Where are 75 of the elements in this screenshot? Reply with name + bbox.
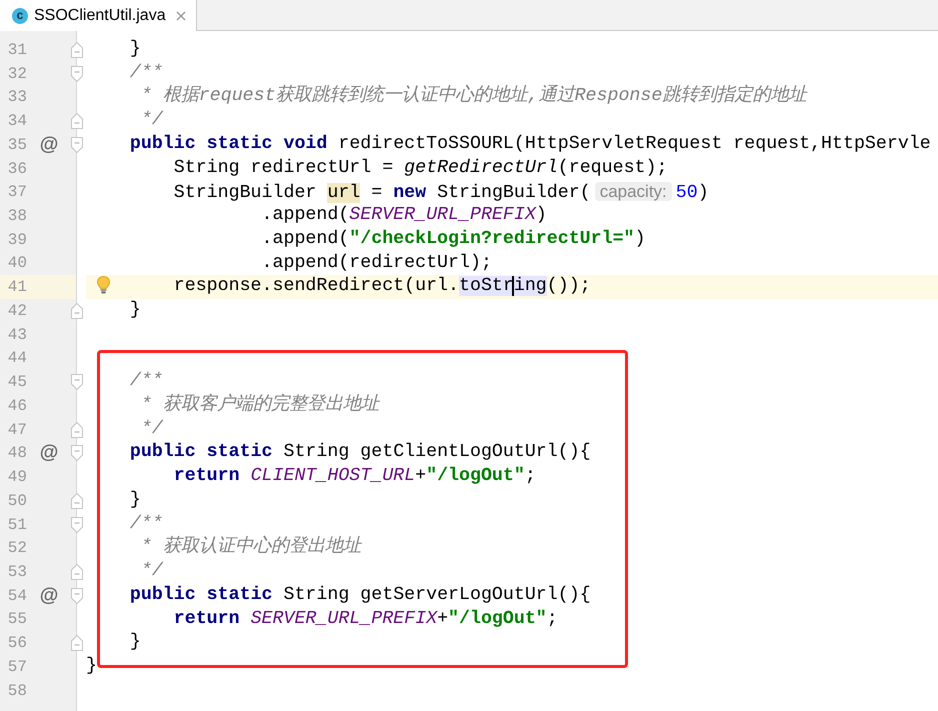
line-number: 49 (8, 467, 27, 488)
line-number: 38 (8, 206, 27, 226)
code-text: * 获取客户端的完整登出地址 (140, 395, 379, 416)
line-number: 40 (8, 253, 27, 274)
lightbulb-icon[interactable] (97, 276, 110, 294)
code-text: public static String getServerLogOutUrl(){ (130, 584, 591, 605)
code-text: public static void redirectToSSOURL(HttpServletRequest request,HttpServle (130, 134, 931, 154)
parameter-hint: capacity: (594, 182, 672, 202)
code-text: /** (130, 514, 163, 534)
line-number: 31 (8, 40, 27, 60)
line-number: 42 (8, 300, 27, 321)
fold-marker-icon[interactable] (71, 66, 83, 82)
fold-marker-icon[interactable] (71, 422, 83, 438)
line-number: 46 (8, 396, 27, 416)
code-text: response.sendRedirect(url.toString()); (174, 276, 591, 296)
code-text: } (130, 632, 141, 652)
line-number: 54 (8, 586, 27, 606)
code-text: } (86, 656, 97, 676)
line-number: 39 (8, 230, 27, 250)
fold-marker-icon[interactable] (71, 516, 83, 533)
line-number: 52 (8, 538, 27, 558)
line-number: 32 (8, 64, 27, 84)
line-number: 43 (8, 324, 27, 345)
line-number: 48 (8, 443, 27, 464)
line-number: 35 (8, 134, 27, 155)
fold-marker-icon[interactable] (71, 492, 83, 509)
code-text: * 获取认证中心的登出地址 (140, 537, 361, 558)
gutter-mark[interactable]: @ (40, 586, 58, 606)
fold-marker-icon[interactable] (71, 564, 83, 580)
line-number: 37 (8, 182, 27, 202)
code-text: .append("/checkLogin?redirectUrl=") (262, 228, 646, 249)
line-number: 57 (8, 656, 27, 677)
line-number: 47 (8, 420, 27, 440)
fold-marker-icon[interactable] (71, 136, 83, 153)
code-text: } (130, 39, 141, 59)
line-number: 41 (8, 277, 27, 298)
fold-marker-icon[interactable] (71, 374, 83, 390)
line-number: 36 (8, 158, 27, 179)
code-text: .append(SERVER_URL_PREFIX) (262, 205, 547, 226)
code-text: return SERVER_URL_PREFIX+"/logOut"; (174, 608, 558, 629)
code-text: String redirectUrl = getRedirectUrl(request); (174, 158, 668, 178)
fold-marker-icon[interactable] (71, 42, 83, 58)
code-text: */ (140, 561, 163, 582)
code-text: return CLIENT_HOST_URL+"/logOut"; (174, 466, 536, 486)
code-text: } (130, 300, 141, 320)
code-text: public static String getClientLogOutUrl(){ (130, 442, 591, 462)
code-text: } (130, 490, 141, 510)
line-number: 58 (8, 680, 27, 701)
gutter-mark[interactable]: @ (40, 134, 58, 155)
code-text: */ (140, 110, 163, 130)
line-number: 34 (8, 111, 27, 132)
code-text: /** (130, 371, 163, 392)
line-number: 33 (8, 87, 27, 108)
line-number: 51 (8, 514, 27, 535)
close-icon[interactable] (176, 10, 186, 20)
line-number: 50 (8, 490, 27, 511)
gutter-mark[interactable]: @ (40, 443, 58, 464)
fold-marker-icon[interactable] (71, 445, 83, 462)
fold-marker-icon[interactable] (71, 635, 83, 652)
class-icon: c (12, 8, 28, 24)
code-text: .append(redirectUrl); (262, 252, 492, 273)
fold-marker-icon[interactable] (71, 113, 83, 130)
code-text: * 根据request获取跳转到统一认证中心的地址,通过Response跳转到指定的地址 (140, 86, 806, 106)
fold-marker-icon[interactable] (71, 302, 83, 319)
fold-marker-icon[interactable] (71, 588, 83, 604)
line-number: 53 (8, 562, 27, 582)
code-text: */ (140, 418, 163, 439)
line-number: 56 (8, 633, 27, 654)
code-text: StringBuilder url = new StringBuilder( (174, 183, 591, 204)
line-number: 55 (8, 609, 27, 630)
line-number: 45 (8, 372, 27, 392)
line-number: 44 (8, 348, 27, 368)
code-text: /** (130, 62, 163, 83)
file-tab[interactable]: c SSOClientUtil.java (0, 0, 197, 31)
code-text: 50) (676, 183, 709, 204)
